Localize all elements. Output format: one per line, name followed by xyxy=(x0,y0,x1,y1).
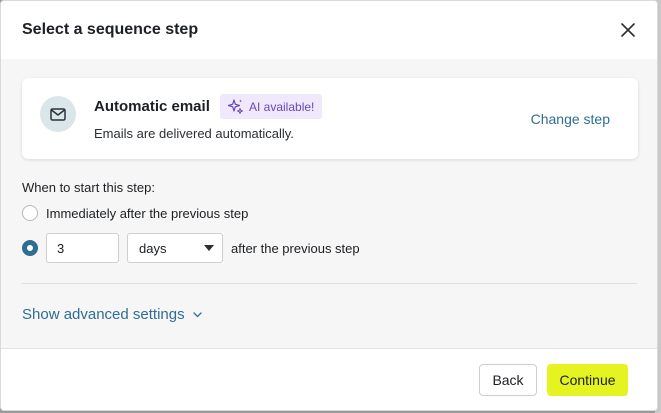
modal-footer: Back Continue xyxy=(1,348,657,410)
close-icon xyxy=(621,23,635,37)
delay-unit-value: days xyxy=(139,240,167,256)
show-advanced-settings-toggle[interactable]: Show advanced settings xyxy=(22,306,202,323)
chevron-down-icon xyxy=(204,245,214,251)
radio-immediate[interactable] xyxy=(22,205,38,221)
close-button[interactable] xyxy=(619,21,637,39)
delay-amount-input[interactable] xyxy=(46,233,119,263)
ai-available-badge: AI available! xyxy=(220,94,323,119)
continue-button[interactable]: Continue xyxy=(547,364,628,396)
chevron-down-icon xyxy=(192,311,202,317)
mail-icon xyxy=(50,107,66,121)
radio-immediate-label: Immediately after the previous step xyxy=(46,205,249,221)
radio-delay[interactable] xyxy=(22,240,38,256)
section-divider xyxy=(22,283,637,284)
step-description: Emails are delivered automatically. xyxy=(94,126,294,141)
modal-title: Select a sequence step xyxy=(22,21,199,38)
ai-badge-label: AI available! xyxy=(249,99,315,114)
sequence-step-modal: Select a sequence step Automatic email A… xyxy=(0,0,658,411)
email-icon-circle xyxy=(40,96,76,132)
sparkle-icon xyxy=(227,99,243,114)
timing-label: When to start this step: xyxy=(22,180,155,195)
timing-option-immediate: Immediately after the previous step xyxy=(22,205,248,221)
delay-after-label: after the previous step xyxy=(231,240,360,256)
advanced-settings-label: Show advanced settings xyxy=(22,306,185,323)
step-title: Automatic email xyxy=(94,98,210,115)
step-card: Automatic email AI available! Emails are… xyxy=(22,78,638,159)
change-step-link[interactable]: Change step xyxy=(531,111,610,127)
back-button[interactable]: Back xyxy=(479,364,537,396)
delay-unit-select[interactable]: days xyxy=(127,233,223,263)
timing-option-delay: days after the previous step xyxy=(22,233,360,263)
modal-header: Select a sequence step xyxy=(1,1,657,59)
